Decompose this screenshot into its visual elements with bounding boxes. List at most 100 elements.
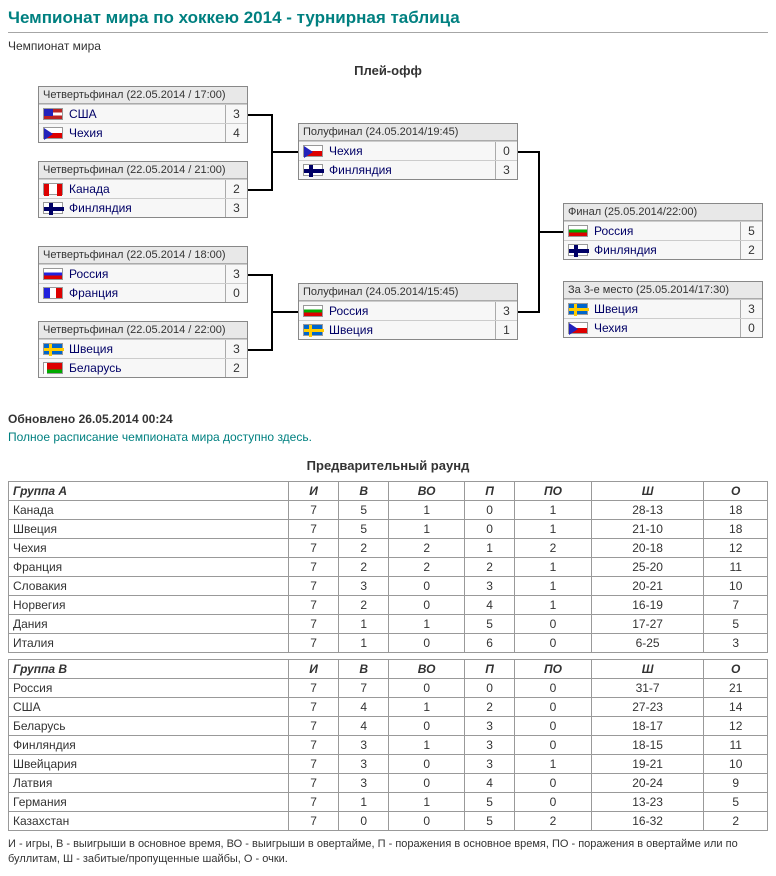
stat-cell: 7 [339,679,389,698]
flag-icon [568,244,588,256]
score: 2 [225,180,247,198]
flag-icon [303,164,323,176]
col-v: В [339,482,389,501]
team-name[interactable]: Россия [592,222,740,240]
stat-cell: 0 [389,774,465,793]
stat-cell: 3 [339,577,389,596]
team-name[interactable]: США [67,105,225,123]
team-name[interactable]: Чехия [67,124,225,142]
stat-cell: 25-20 [591,558,704,577]
score: 1 [495,321,517,339]
team-name[interactable]: Швеция [592,300,740,318]
stat-cell: 0 [465,520,515,539]
team-name[interactable]: Беларусь [67,359,225,377]
col-o: О [704,660,768,679]
table-row: США7412027-2314 [9,698,768,717]
team-cell: Латвия [9,774,289,793]
stat-cell: 21 [704,679,768,698]
stat-cell: 14 [704,698,768,717]
stat-cell: 0 [515,615,592,634]
stat-cell: 2 [339,596,389,615]
standings-group-a: Группа A И В ВО П ПО Ш О Канада7510128-1… [8,481,768,653]
stat-cell: 31-7 [591,679,704,698]
team-name[interactable]: Канада [67,180,225,198]
team-name[interactable]: Россия [327,302,495,320]
table-row: Чехия7221220-1812 [9,539,768,558]
stat-cell: 2 [389,539,465,558]
col-o: О [704,482,768,501]
stat-cell: 7 [289,577,339,596]
stat-cell: 1 [389,736,465,755]
team-cell: Канада [9,501,289,520]
flag-icon [568,225,588,237]
third-place-match: За 3-е место (25.05.2014/17:30) Швеция3 … [563,281,763,338]
team-name[interactable]: Финляндия [327,161,495,179]
team-name[interactable]: Финляндия [592,241,740,259]
stat-cell: 20-24 [591,774,704,793]
flag-icon [43,127,63,139]
team-name[interactable]: Финляндия [67,199,225,217]
flag-icon [43,183,63,195]
stat-cell: 18 [704,520,768,539]
stat-cell: 2 [465,698,515,717]
team-cell: Швейцария [9,755,289,774]
flag-icon [43,268,63,280]
stat-cell: 3 [704,634,768,653]
stat-cell: 12 [704,717,768,736]
stat-cell: 9 [704,774,768,793]
stat-cell: 0 [515,736,592,755]
team-name[interactable]: Швеция [327,321,495,339]
stat-cell: 0 [339,812,389,831]
stat-cell: 18 [704,501,768,520]
team-name[interactable]: Чехия [592,319,740,337]
col-i: И [289,482,339,501]
flag-icon [303,305,323,317]
stat-cell: 1 [465,539,515,558]
stat-cell: 20-18 [591,539,704,558]
table-row: Норвегия7204116-197 [9,596,768,615]
stat-cell: 0 [515,774,592,793]
score: 3 [225,265,247,283]
full-schedule-link[interactable]: Полное расписание чемпионата мира доступ… [8,430,312,444]
flag-icon [303,324,323,336]
stat-cell: 3 [339,774,389,793]
stat-cell: 4 [465,774,515,793]
table-row: Италия710606-253 [9,634,768,653]
stat-cell: 7 [289,812,339,831]
stat-cell: 0 [389,679,465,698]
stat-cell: 7 [289,717,339,736]
table-row: Швейцария7303119-2110 [9,755,768,774]
stat-cell: 5 [465,793,515,812]
stat-cell: 5 [465,812,515,831]
team-cell: Казахстан [9,812,289,831]
team-cell: Дания [9,615,289,634]
table-row: Финляндия7313018-1511 [9,736,768,755]
stat-cell: 18-17 [591,717,704,736]
score: 2 [740,241,762,259]
stat-cell: 0 [465,679,515,698]
sf-match-1: Полуфинал (24.05.2014/19:45) Чехия0 Финл… [298,123,518,180]
group-name: Группа A [9,482,289,501]
stat-cell: 20-21 [591,577,704,596]
stat-cell: 1 [339,793,389,812]
match-title: Финал (25.05.2014/22:00) [564,204,762,221]
group-name: Группа B [9,660,289,679]
stat-cell: 7 [289,634,339,653]
stat-cell: 12 [704,539,768,558]
score: 0 [495,142,517,160]
team-name[interactable]: Франция [67,284,225,302]
table-row: Германия7115013-235 [9,793,768,812]
flag-icon [568,303,588,315]
stat-cell: 0 [389,596,465,615]
col-po: ПО [515,482,592,501]
team-cell: Чехия [9,539,289,558]
team-name[interactable]: Швеция [67,340,225,358]
team-name[interactable]: Россия [67,265,225,283]
team-cell: Словакия [9,577,289,596]
stat-cell: 0 [515,717,592,736]
legend: И - игры, В - выигрыши в основное время,… [8,837,768,868]
stat-cell: 19-21 [591,755,704,774]
stat-cell: 5 [704,615,768,634]
team-name[interactable]: Чехия [327,142,495,160]
match-title: Четвертьфинал (22.05.2014 / 18:00) [39,247,247,264]
